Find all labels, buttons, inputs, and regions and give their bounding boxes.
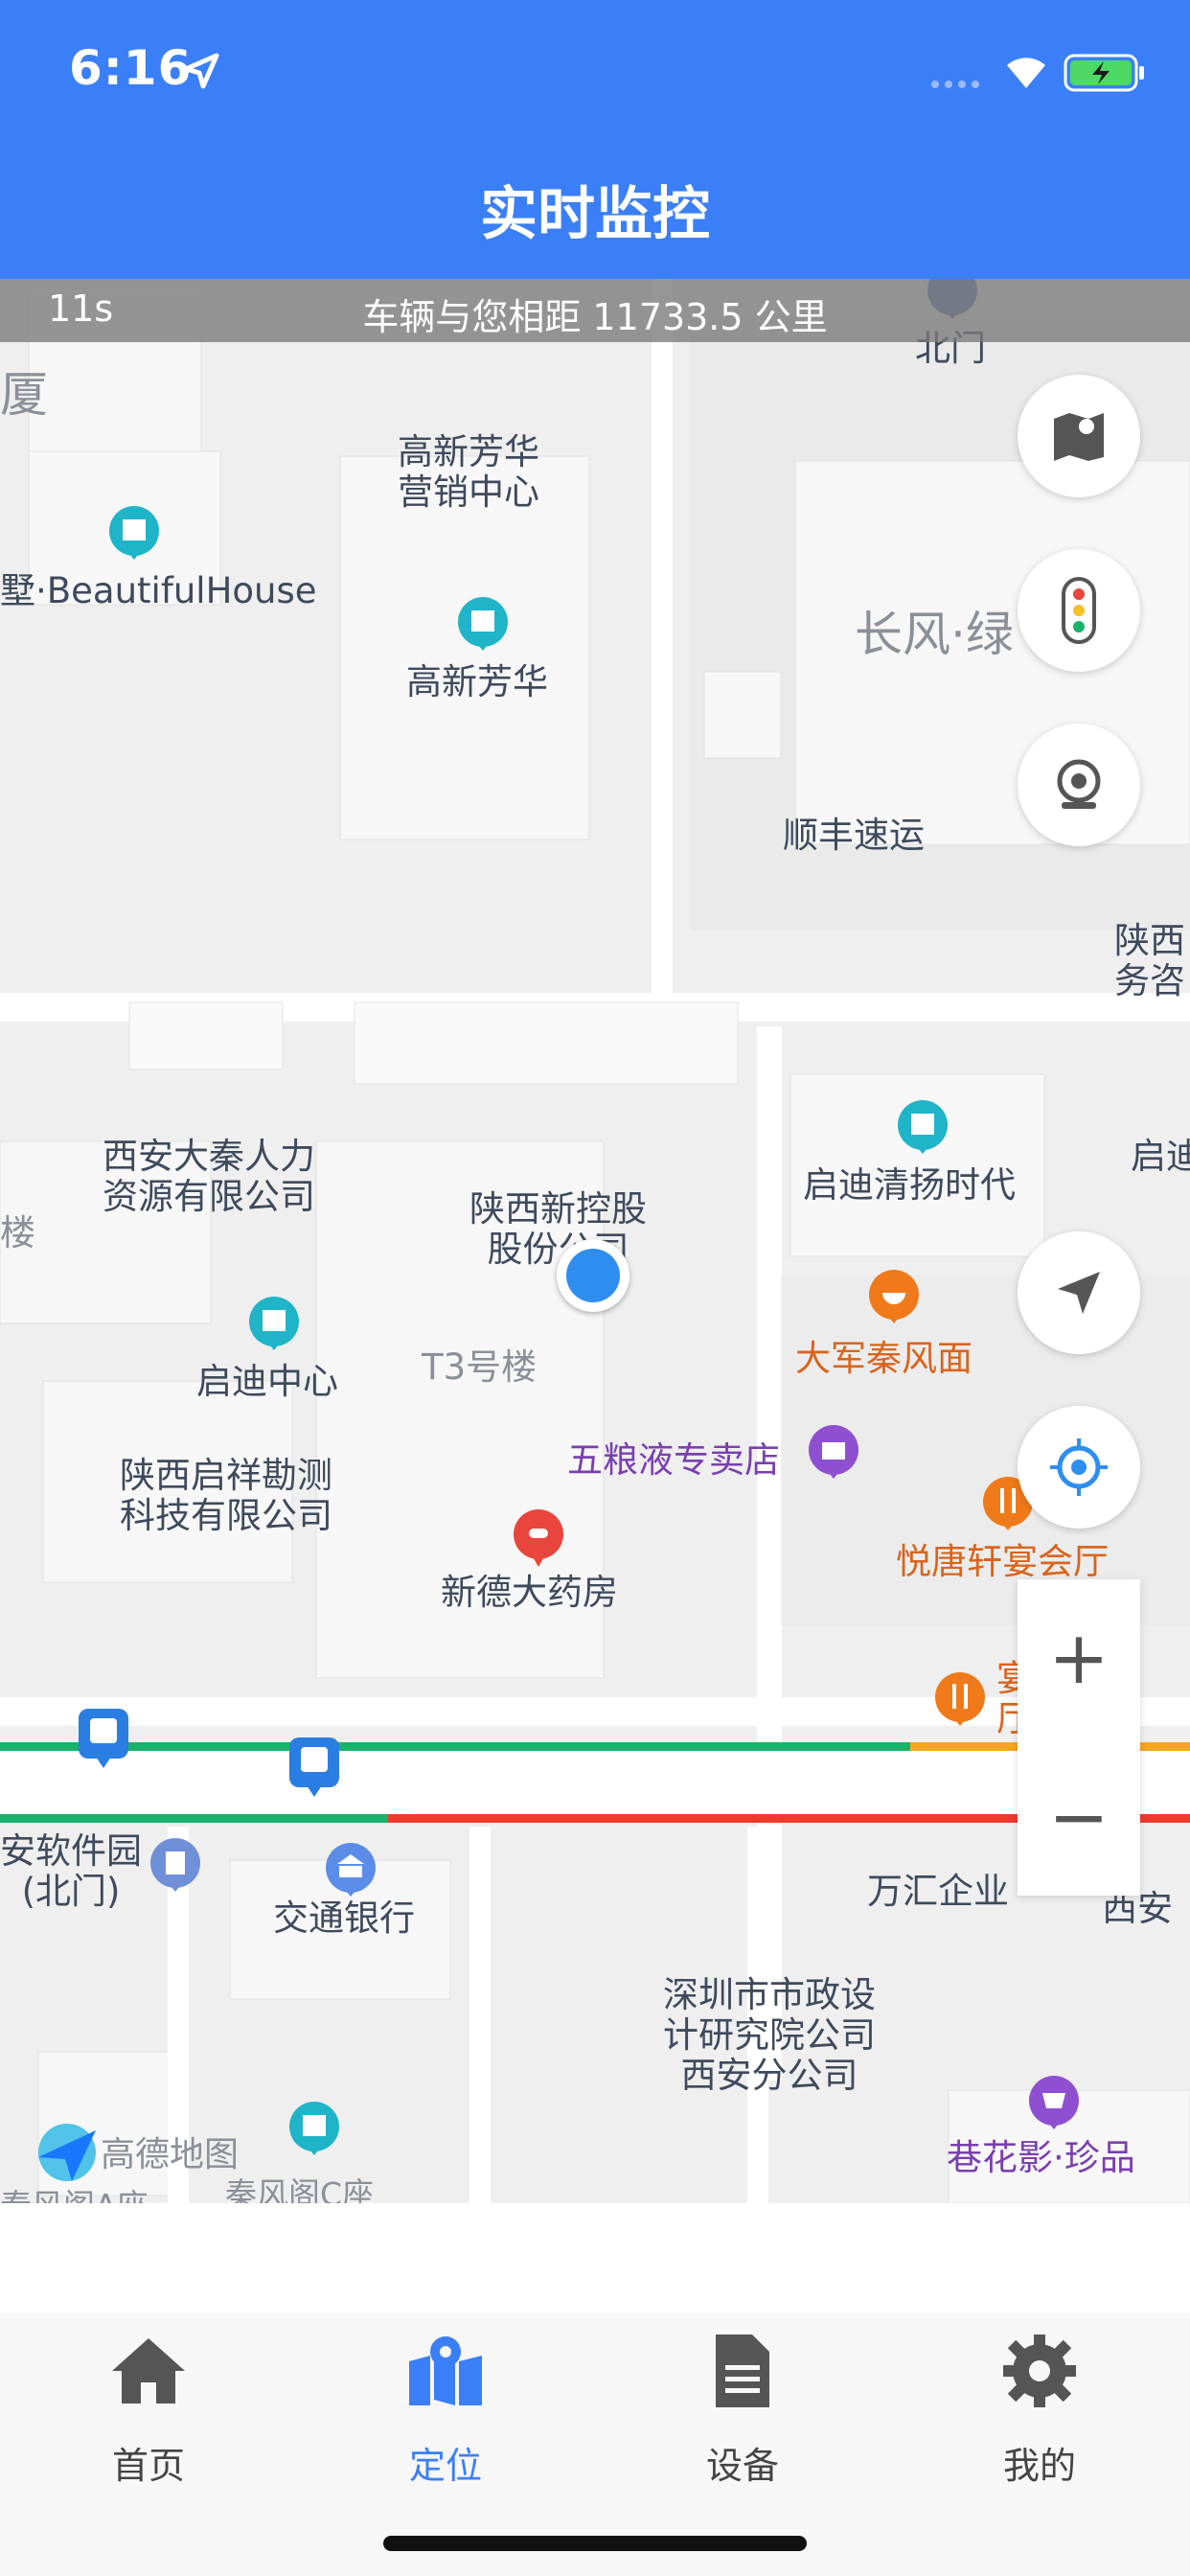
content-footer <box>0 2203 1190 2313</box>
crosshair-icon <box>1050 1438 1108 1496</box>
location-marker[interactable] <box>557 1239 629 1312</box>
map-label: 安软件园 (北门) <box>0 1830 142 1912</box>
page-title: 实时监控 <box>480 181 710 248</box>
bus-stop-icon <box>289 1737 339 1797</box>
map-label: 五粮液专卖店 <box>567 1439 780 1481</box>
map-label: 新德大药房 <box>441 1572 618 1613</box>
bank-poi-icon <box>326 1843 376 1897</box>
map-label: 楼 <box>0 1212 35 1254</box>
tab-label: 首页 <box>111 2445 185 2487</box>
map-label: T3号楼 <box>422 1346 538 1388</box>
home-indicator[interactable] <box>383 2536 807 2551</box>
map-label: 高新芳华 <box>406 661 548 702</box>
tab-home[interactable]: 首页 <box>0 2323 297 2496</box>
gear-icon <box>1003 2334 1076 2407</box>
map-label: 悦唐轩宴会厅 <box>896 1541 1109 1582</box>
navigate-button[interactable] <box>1018 1231 1140 1354</box>
tab-label: 设备 <box>705 2445 779 2487</box>
map-label: 交通银行 <box>273 1898 415 1939</box>
map-label: 巷花影·珍品 <box>947 2137 1135 2178</box>
map-label: 秦风阁A座 <box>0 2186 149 2203</box>
map-label: 秦风阁C座 <box>225 2175 375 2203</box>
restaurant-poi-icon <box>935 1672 985 1726</box>
map-label: 长风·绿 <box>855 607 1014 662</box>
building-poi-icon <box>109 506 159 560</box>
camera-button[interactable] <box>1018 724 1140 846</box>
shop-poi-icon <box>809 1425 858 1479</box>
tab-profile[interactable]: 我的 <box>891 2323 1188 2496</box>
gate-poi-icon <box>150 1838 200 1892</box>
zoom-out-button[interactable]: − <box>1018 1740 1140 1898</box>
map-layer-icon <box>1054 413 1104 461</box>
map-label: 陕西启祥勘测 科技有限公司 <box>120 1455 332 1536</box>
building-poi-icon <box>249 1297 299 1350</box>
traffic-light-icon <box>1062 577 1096 644</box>
map-label: 启迪清扬时代 <box>803 1164 1016 1206</box>
map-view[interactable]: 厦 高新芳华 营销中心 墅·BeautifulHouse 高新芳华 长风·绿 顺丰… <box>0 279 1190 2203</box>
distance-text: 车辆与您相距 11733.5 公里 <box>362 296 828 338</box>
amap-logo-icon <box>38 2124 96 2181</box>
tab-label: 定位 <box>408 2445 482 2487</box>
map-label: 厦 <box>0 367 48 423</box>
bus-stop-icon <box>79 1709 128 1768</box>
map-label: 高新芳华 营销中心 <box>398 431 539 513</box>
shop-poi-icon <box>1029 2076 1079 2129</box>
home-icon <box>112 2338 185 2404</box>
location-arrow-icon <box>183 53 219 89</box>
zoom-in-button[interactable]: + <box>1018 1579 1140 1736</box>
tab-device[interactable]: 设备 <box>594 2323 891 2496</box>
map-label: 西安大秦人力 资源有限公司 <box>103 1136 315 1217</box>
map-label: 深圳市市政设 计研究院公司 西安分公司 <box>663 1974 876 2096</box>
restaurant-poi-icon <box>869 1270 919 1323</box>
building-poi-icon <box>289 2102 339 2155</box>
building-poi-icon <box>898 1100 948 1154</box>
map-label: 启迪中心 <box>196 1361 338 1402</box>
navigation-arrow-icon <box>1058 1272 1100 1314</box>
building-poi-icon <box>458 597 508 651</box>
cellular-signal-icon <box>931 80 979 88</box>
battery-icon <box>1064 54 1144 92</box>
tab-location[interactable]: 定位 <box>297 2323 594 2496</box>
my-location-button[interactable] <box>1018 1406 1140 1529</box>
map-icon <box>409 2336 482 2405</box>
amap-logo-text: 高德地图 <box>101 2135 240 2174</box>
status-time: 6:16 <box>69 40 193 96</box>
wifi-icon <box>1007 58 1045 88</box>
traffic-button[interactable] <box>1018 549 1140 672</box>
map-label: 启迪 <box>1131 1136 1190 1177</box>
map-label: 陕西 务咨 <box>1114 920 1185 1001</box>
tab-label: 我的 <box>1002 2445 1076 2487</box>
map-label: 顺丰速运 <box>783 815 925 856</box>
map-layer-button[interactable] <box>1018 375 1140 497</box>
webcam-icon <box>1057 759 1101 809</box>
map-label: 墅·BeautifulHouse <box>0 570 317 611</box>
map-label: 万汇企业 <box>867 1871 1009 1912</box>
document-icon <box>716 2334 769 2407</box>
map-label: 大军秦风面 <box>795 1338 973 1379</box>
pharmacy-poi-icon <box>514 1509 563 1567</box>
